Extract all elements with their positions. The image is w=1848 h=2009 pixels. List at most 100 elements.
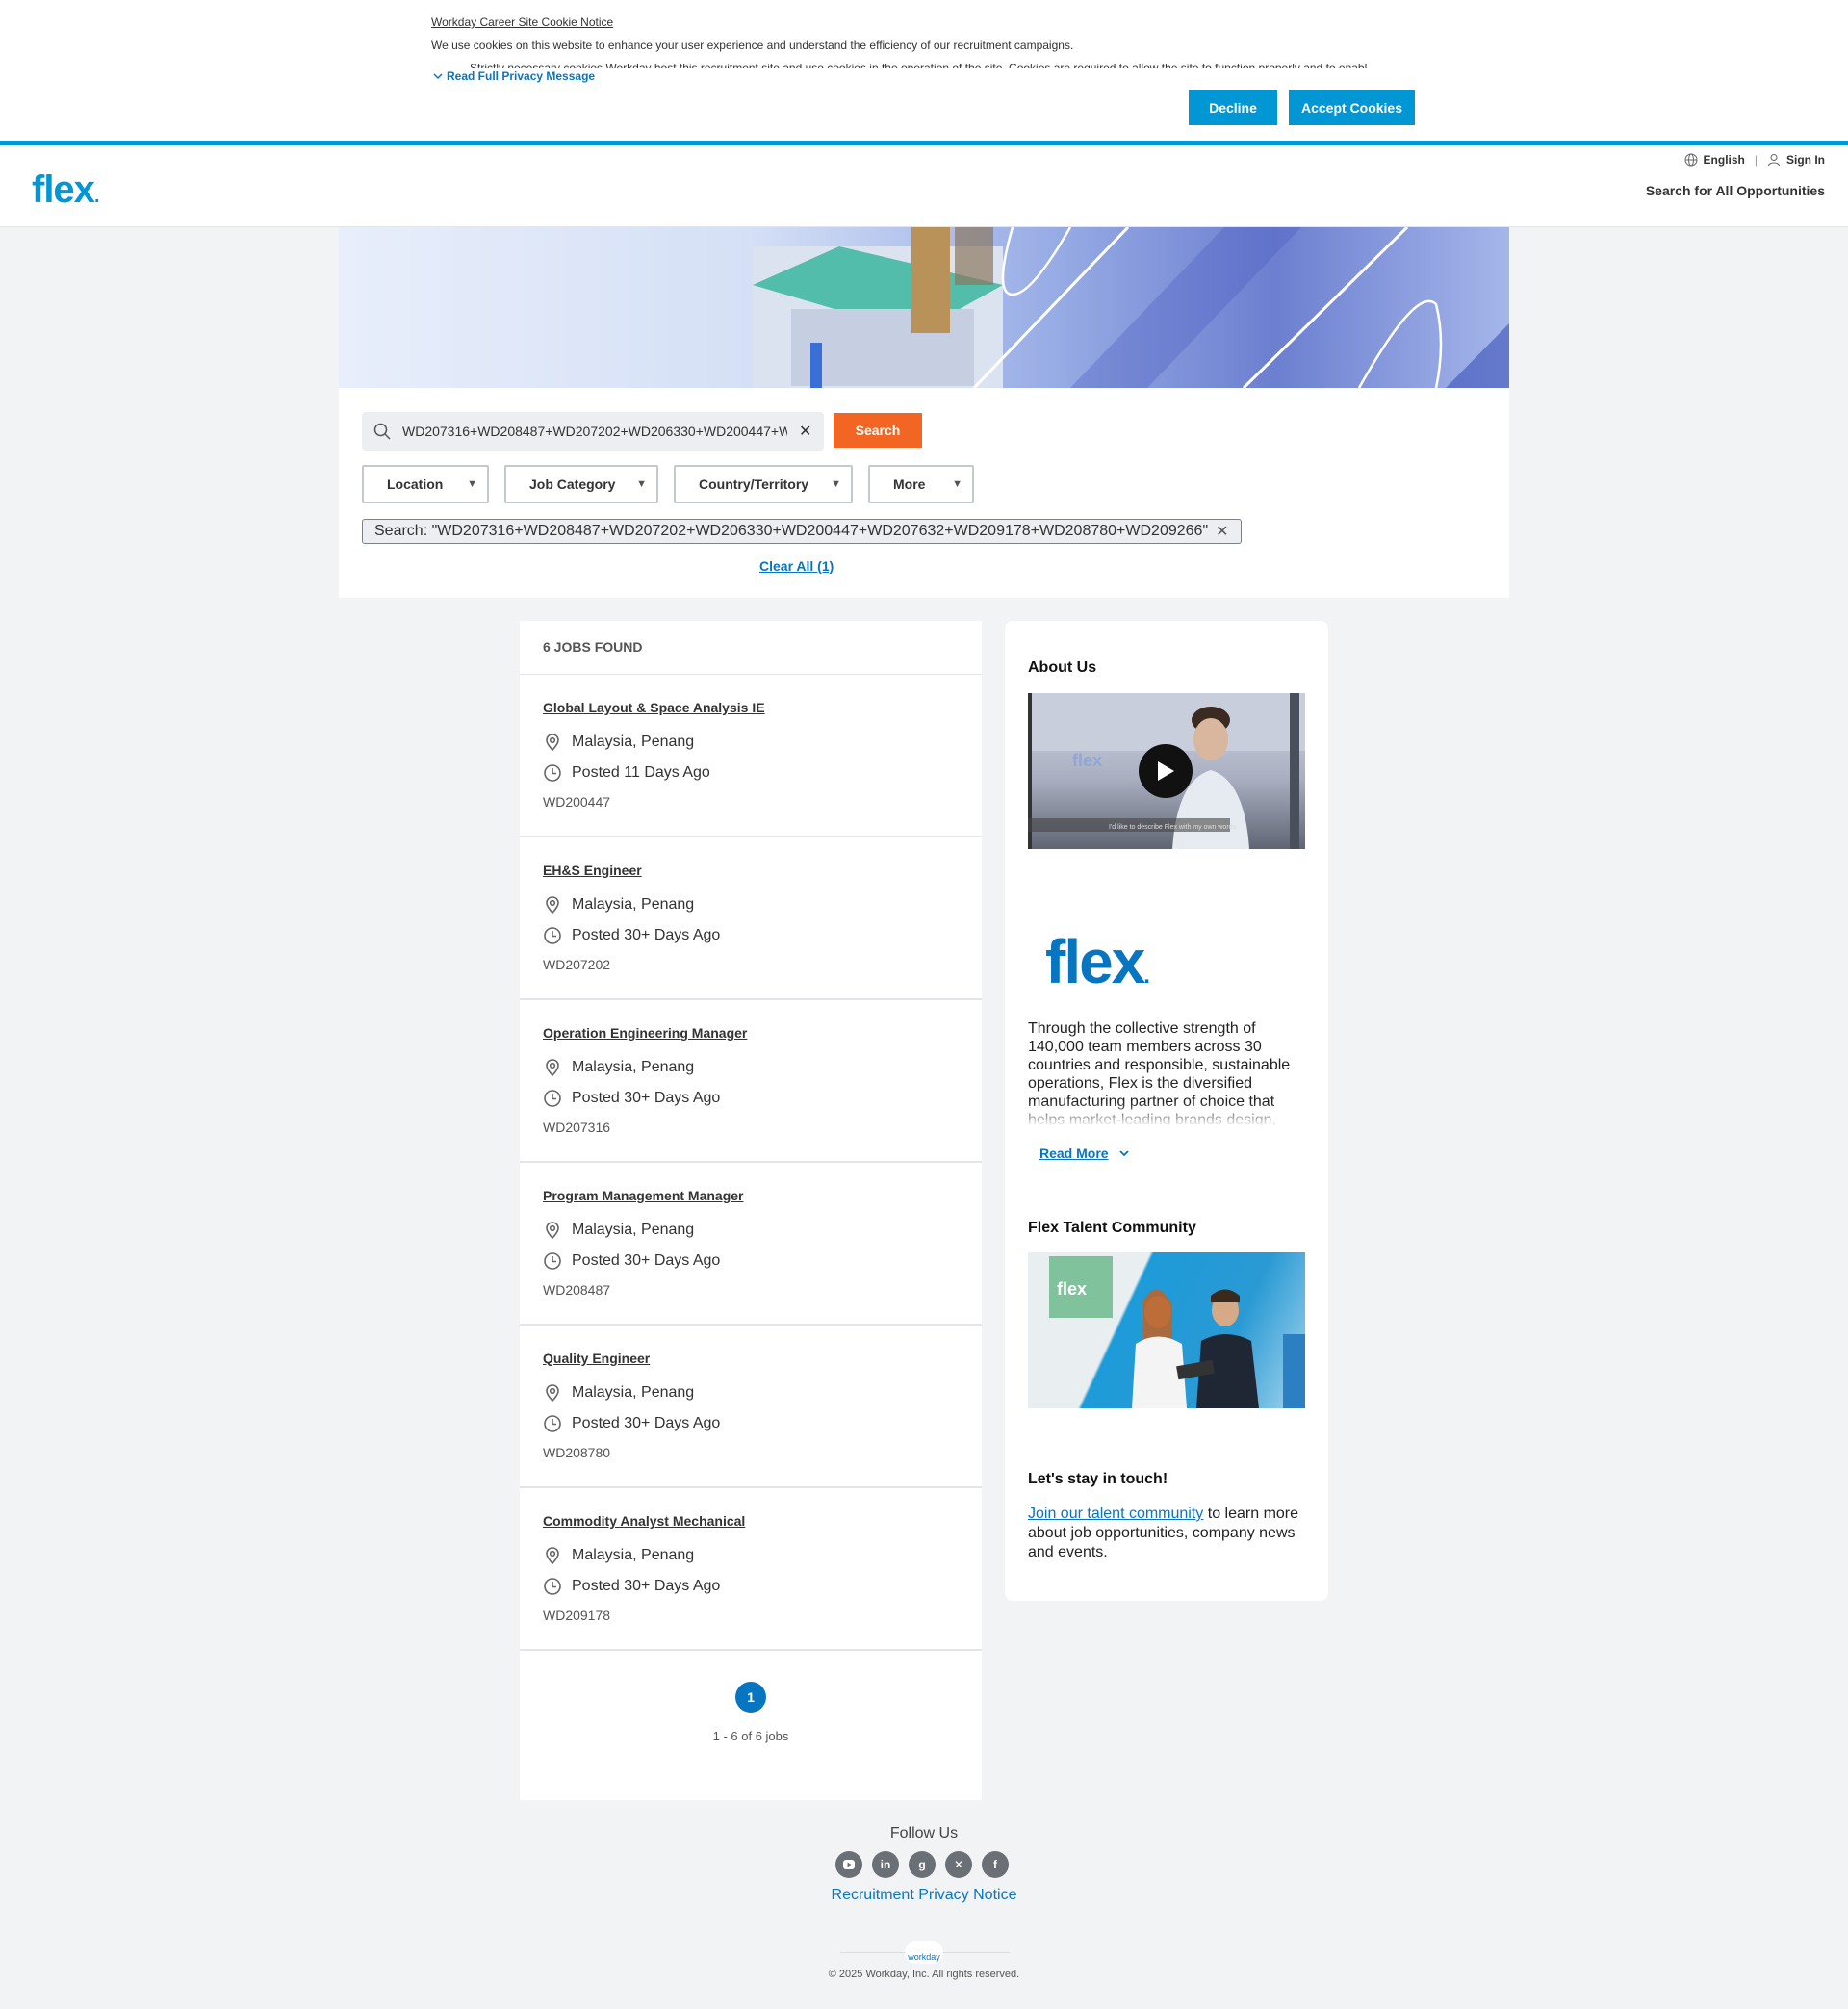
globe-icon (1684, 153, 1698, 167)
recruitment-privacy-link[interactable]: Recruitment Privacy Notice (0, 1887, 1848, 1904)
decline-cookies-button[interactable]: Decline (1189, 90, 1277, 125)
job-category-filter[interactable]: Job Category ▼ (504, 465, 658, 503)
about-video[interactable]: flex I'd like to describe Flex with my o… (1028, 693, 1305, 849)
job-title-link[interactable]: Quality Engineer (543, 1351, 650, 1366)
cookie-clipped-text: Strictly necessary cookies Workday host … (470, 62, 1368, 68)
job-requisition-id: WD209178 (543, 1608, 611, 1623)
read-full-privacy-label: Read Full Privacy Message (447, 69, 596, 83)
chevron-down-icon (433, 73, 443, 80)
job-list-item: Global Layout & Space Analysis IE Malays… (520, 675, 982, 837)
workday-logo-text: workday (908, 1952, 940, 1962)
job-requisition-id: WD207316 (543, 1120, 611, 1135)
job-category-filter-label: Job Category (529, 476, 616, 492)
pagination: 1 1 - 6 of 6 jobs (520, 1651, 982, 1800)
job-title-link[interactable]: Commodity Analyst Mechanical (543, 1513, 745, 1529)
job-title-link[interactable]: Global Layout & Space Analysis IE (543, 700, 765, 715)
job-location: Malaysia, Penang (543, 1221, 959, 1240)
job-location: Malaysia, Penang (543, 1546, 959, 1565)
site-header: flex. English | Sign In Search for All O… (0, 145, 1848, 227)
job-location: Malaysia, Penang (543, 895, 959, 914)
linkedin-icon[interactable]: in (872, 1851, 899, 1878)
follow-us-label: Follow Us (889, 1825, 959, 1842)
more-filter[interactable]: More ▼ (868, 465, 974, 503)
about-us-heading: About Us (1028, 659, 1097, 676)
location-pin-icon (546, 1222, 559, 1240)
job-posted: Posted 30+ Days Ago (543, 926, 959, 945)
location-filter[interactable]: Location ▼ (362, 465, 489, 503)
accept-cookies-button[interactable]: Accept Cookies (1289, 90, 1415, 125)
sidebar-card: About Us flex I'd like to describe Flex … (1005, 621, 1328, 1601)
job-posted-text: Posted 30+ Days Ago (572, 1415, 721, 1431)
job-posted-text: Posted 30+ Days Ago (572, 927, 721, 943)
text-fade (1028, 1102, 1305, 1127)
language-selector[interactable]: English (1684, 153, 1745, 167)
search-box: ✕ (362, 412, 824, 451)
join-talent-community-link[interactable]: Join our talent community (1028, 1506, 1203, 1522)
job-list-item: Quality Engineer Malaysia, Penang Posted… (520, 1326, 982, 1488)
read-more-link[interactable]: Read More (1040, 1146, 1130, 1161)
sign-in-link[interactable]: Sign In (1767, 153, 1825, 167)
job-title-link[interactable]: Operation Engineering Manager (543, 1025, 747, 1041)
job-title-link[interactable]: EH&S Engineer (543, 863, 642, 878)
search-icon (373, 423, 391, 440)
job-title-link[interactable]: Program Management Manager (543, 1188, 744, 1203)
job-posted: Posted 30+ Days Ago (543, 1089, 959, 1108)
language-label: English (1703, 153, 1745, 167)
clock-icon (544, 1415, 561, 1432)
flex-logo[interactable]: flex. (32, 168, 99, 212)
search-all-opportunities-link[interactable]: Search for All Opportunities (1646, 183, 1825, 198)
community-logo-text: flex (1057, 1279, 1087, 1299)
clear-search-icon[interactable]: ✕ (799, 422, 811, 441)
clear-all-link[interactable]: Clear All (1) (759, 558, 834, 574)
header-separator: | (1754, 153, 1758, 167)
hero-banner (339, 227, 1509, 388)
job-requisition-id: WD208780 (543, 1445, 611, 1460)
user-icon (1768, 154, 1780, 167)
location-pin-icon (546, 734, 559, 752)
location-pin-icon (546, 896, 559, 914)
talent-community-heading: Flex Talent Community (1028, 1220, 1196, 1236)
play-button[interactable] (1139, 744, 1193, 798)
job-location: Malaysia, Penang (543, 1058, 959, 1077)
clock-icon (544, 927, 561, 944)
copyright-text: © 2025 Workday, Inc. All rights reserved… (828, 1969, 1020, 1980)
search-button[interactable]: Search (834, 413, 922, 448)
community-photo: flex (1049, 1256, 1305, 1408)
job-location: Malaysia, Penang (543, 1383, 959, 1403)
more-filter-label: More (893, 476, 926, 492)
flex-logo-large-text: flex (1045, 927, 1145, 996)
stay-in-touch-text: Join our talent community to learn more … (1028, 1505, 1305, 1562)
location-filter-label: Location (387, 476, 444, 492)
page-button-1[interactable]: 1 (735, 1682, 766, 1713)
job-posted-text: Posted 11 Days Ago (572, 764, 710, 781)
job-posted: Posted 30+ Days Ago (543, 1251, 959, 1271)
cookie-notice-title[interactable]: Workday Career Site Cookie Notice (431, 15, 613, 29)
job-posted-text: Posted 30+ Days Ago (572, 1090, 721, 1106)
caret-down-icon: ▼ (831, 478, 841, 490)
cookie-message: We use cookies on this website to enhanc… (431, 39, 1074, 52)
job-list-item: EH&S Engineer Malaysia, Penang Posted 30… (520, 837, 982, 1000)
country-territory-filter[interactable]: Country/Territory ▼ (674, 465, 853, 503)
caret-down-icon: ▼ (952, 478, 962, 490)
talent-community-image: flex (1028, 1252, 1305, 1408)
job-requisition-id: WD207202 (543, 957, 611, 972)
job-posted: Posted 11 Days Ago (543, 763, 959, 783)
glassdoor-icon[interactable]: g (909, 1851, 936, 1878)
country-filter-label: Country/Territory (699, 476, 809, 492)
job-posted: Posted 30+ Days Ago (543, 1577, 959, 1596)
youtube-icon[interactable] (835, 1851, 862, 1878)
remove-chip-icon[interactable]: ✕ (1216, 522, 1228, 541)
caret-down-icon: ▼ (636, 478, 647, 490)
job-posted-text: Posted 30+ Days Ago (572, 1252, 721, 1269)
location-pin-icon (546, 1384, 559, 1403)
job-list: 6 JOBS FOUND Global Layout & Space Analy… (520, 621, 982, 1800)
flex-logo-text: flex (32, 168, 95, 211)
job-location-text: Malaysia, Penang (572, 1222, 695, 1238)
read-full-privacy-link[interactable]: Read Full Privacy Message (433, 69, 595, 83)
clock-icon (544, 764, 561, 782)
x-icon[interactable]: ✕ (945, 1851, 972, 1878)
facebook-icon[interactable]: f (982, 1851, 1009, 1878)
search-input[interactable] (402, 424, 787, 439)
pagination-summary: 1 - 6 of 6 jobs (712, 1729, 789, 1743)
clock-icon (544, 1578, 561, 1595)
